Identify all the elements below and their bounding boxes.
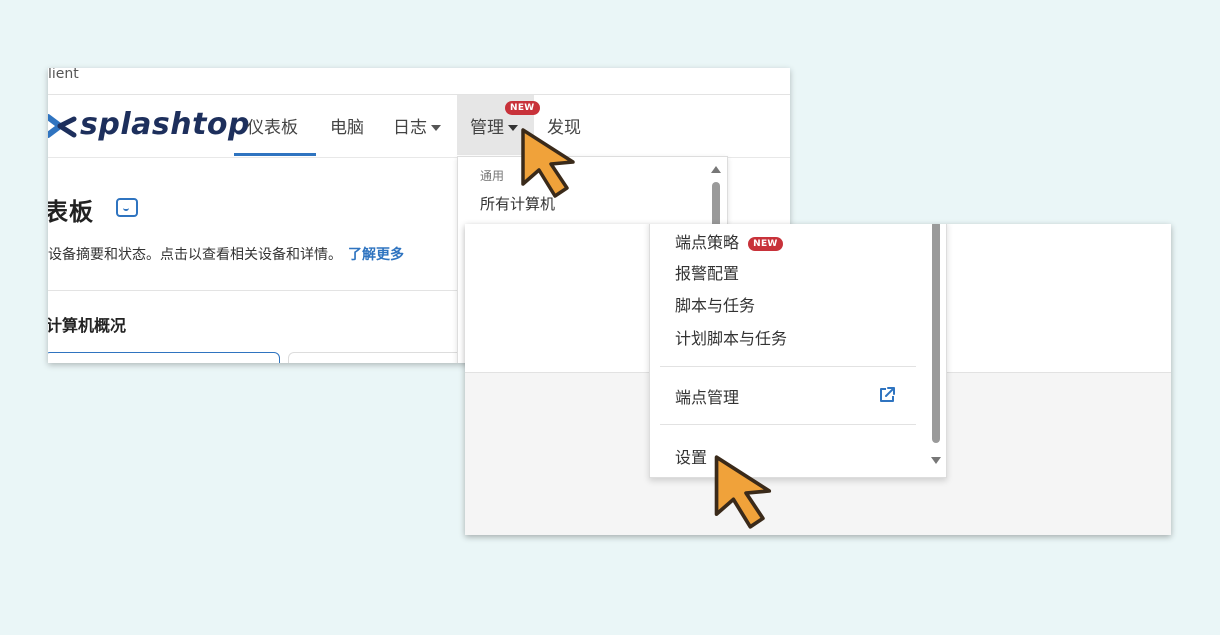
- menu-group-label: 通用: [480, 169, 505, 183]
- page-title: 表板: [48, 198, 94, 226]
- section-title: 计算机概况: [48, 316, 127, 335]
- manage-menu-screenshot: 端点策略 NEW 报警配置 脚本与任务 计划脚本与任务 端点管理 设置: [465, 224, 1171, 535]
- cursor-arrow-icon: [714, 455, 772, 529]
- menu-item-scheduled-scripts-tasks[interactable]: 计划脚本与任务: [675, 325, 787, 349]
- window-titlebar: lient: [48, 68, 790, 95]
- scroll-up-icon[interactable]: [711, 166, 721, 173]
- nav-active-indicator: [234, 153, 316, 156]
- nav-logs[interactable]: 日志: [393, 113, 441, 138]
- chevron-down-icon: [431, 125, 441, 131]
- page-description: 设备摘要和状态。点击以查看相关设备和详情。 了解更多: [48, 244, 404, 264]
- menu-divider: [660, 424, 916, 425]
- nav-logs-label: 日志: [393, 118, 427, 138]
- menu-item-alert-config[interactable]: 报警配置: [675, 260, 739, 284]
- menu-item-scripts-tasks[interactable]: 脚本与任务: [675, 292, 755, 316]
- nav-manage[interactable]: 管理: [470, 113, 518, 138]
- new-badge: NEW: [748, 237, 783, 251]
- top-navbar: splashtop 仪表板 电脑 日志 管理 NEW 发现: [48, 95, 790, 158]
- scrollbar-thumb[interactable]: [932, 224, 940, 443]
- menu-divider: [660, 366, 916, 367]
- menu-item-endpoint-policy[interactable]: 端点策略 NEW: [675, 229, 783, 253]
- endpoint-policy-label: 端点策略: [675, 233, 740, 252]
- nav-manage-label: 管理: [470, 118, 504, 138]
- splashtop-logo-icon: [48, 114, 77, 138]
- cursor-arrow-icon: [521, 128, 575, 198]
- learn-more-link[interactable]: 了解更多: [348, 247, 404, 263]
- external-link-icon[interactable]: [878, 386, 896, 404]
- dashboard-help-icon[interactable]: [116, 198, 138, 217]
- menu-item-settings[interactable]: 设置: [675, 444, 707, 468]
- brand-name: splashtop: [80, 107, 250, 142]
- description-text: 设备摘要和状态。点击以查看相关设备和详情。: [48, 247, 342, 263]
- nav-computers[interactable]: 电脑: [330, 113, 364, 138]
- new-badge: NEW: [505, 101, 540, 115]
- overview-card-active[interactable]: [48, 352, 280, 363]
- window-title: lient: [48, 68, 79, 82]
- nav-dashboard[interactable]: 仪表板: [247, 113, 298, 138]
- menu-item-endpoint-management[interactable]: 端点管理: [675, 384, 739, 408]
- manage-dropdown-menu-expanded: 端点策略 NEW 报警配置 脚本与任务 计划脚本与任务 端点管理 设置: [649, 224, 947, 478]
- scroll-down-icon[interactable]: [931, 457, 941, 464]
